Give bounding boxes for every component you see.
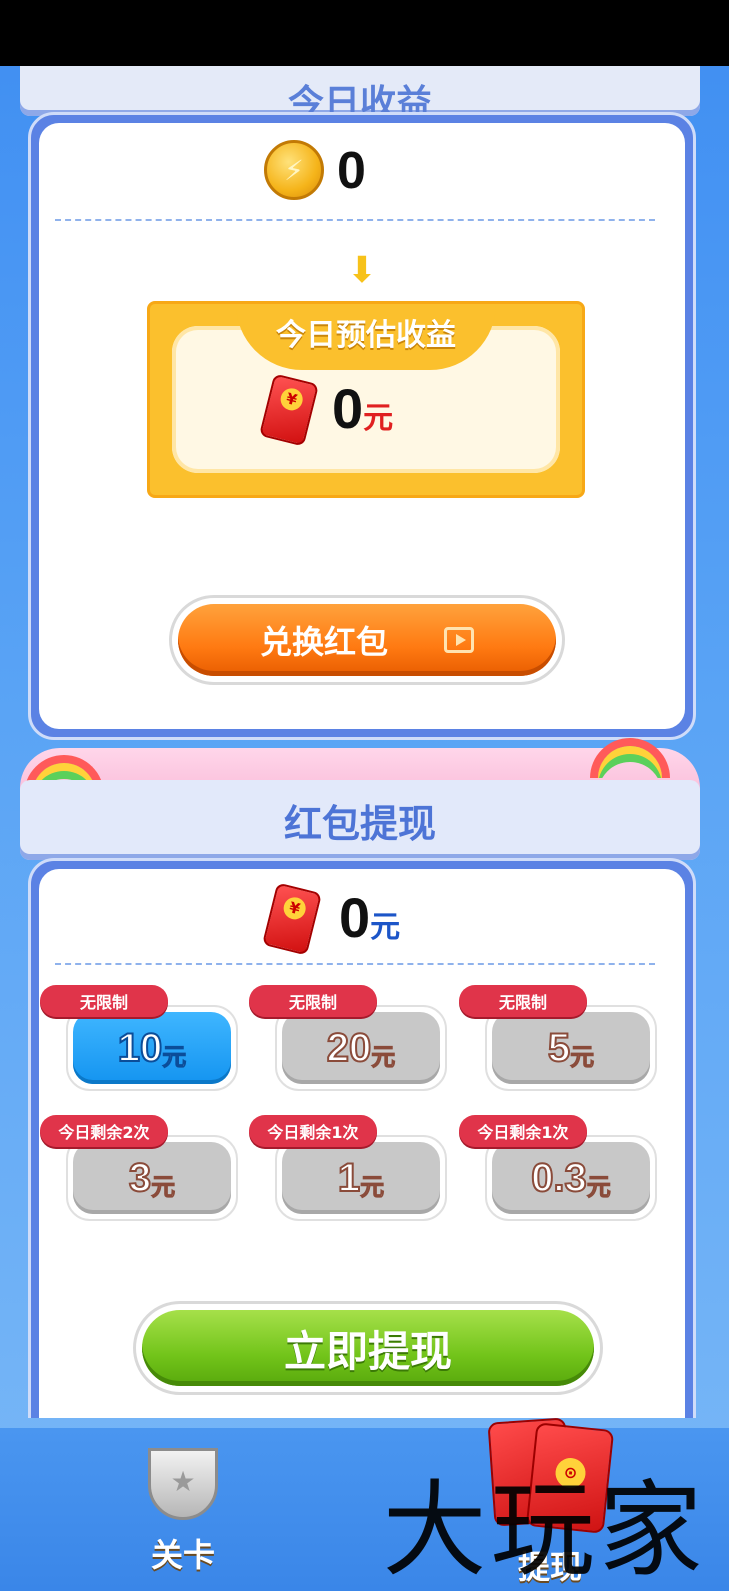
divider — [55, 219, 655, 221]
earnings-title: 今日收益 — [287, 83, 432, 116]
withdraw-option-1[interactable]: 今日剩余1次 1元 — [249, 1115, 447, 1221]
coin-amount: 0 — [337, 142, 366, 200]
red-envelope-icon — [258, 373, 320, 447]
option-tag: 无限制 — [459, 985, 587, 1017]
withdraw-now-label: 立即提现 — [142, 1310, 594, 1386]
option-tag: 今日剩余1次 — [459, 1115, 587, 1147]
exchange-button-label: 兑换红包 — [259, 623, 388, 661]
option-tag: 无限制 — [40, 985, 168, 1017]
estimate-amount: 0元 — [332, 377, 394, 440]
exchange-button[interactable]: 兑换红包 — [169, 595, 565, 685]
withdraw-option-5[interactable]: 无限制 5元 — [459, 985, 657, 1091]
earnings-panel: ⚡ 0 ⬇ 今日预估收益 0元 兑换红包 — [28, 112, 696, 740]
trophy-icon — [148, 1448, 218, 1520]
option-tag: 今日剩余2次 — [40, 1115, 168, 1147]
option-tag: 无限制 — [249, 985, 377, 1017]
withdraw-option-3[interactable]: 今日剩余2次 3元 — [40, 1115, 238, 1221]
withdraw-header: 红包提现 — [20, 780, 700, 860]
video-icon — [444, 627, 474, 653]
divider — [55, 963, 655, 965]
withdraw-title: 红包提现 — [283, 801, 436, 846]
withdraw-option-10[interactable]: 无限制 10 元 — [40, 985, 238, 1091]
watermark: 大玩家 — [382, 1469, 707, 1591]
withdraw-panel: 0元 无限制 10元 无限制 20元 无限制 5元 今日剩余2次 3元 今日剩余… — [28, 858, 696, 1418]
arrow-down-icon: ⬇ — [346, 250, 378, 291]
withdraw-option-0.3[interactable]: 今日剩余1次 0.3 元 — [459, 1115, 657, 1221]
status-bar — [0, 0, 729, 66]
rainbow-icon — [590, 738, 670, 778]
coin-icon: ⚡ — [264, 140, 324, 200]
withdraw-balance: 0元 — [339, 886, 401, 949]
withdraw-option-20[interactable]: 无限制 20 元 — [249, 985, 447, 1091]
option-tag: 今日剩余1次 — [249, 1115, 377, 1147]
estimate-card: 今日预估收益 0元 — [147, 301, 585, 498]
red-envelope-icon — [261, 882, 323, 956]
nav-item-levels[interactable]: 关卡 — [128, 1448, 238, 1588]
estimate-title: 今日预估收益 — [236, 304, 496, 370]
nav-item-label: 关卡 — [150, 1536, 215, 1574]
earnings-header: 今日收益 — [20, 66, 700, 116]
withdraw-now-button[interactable]: 立即提现 — [133, 1301, 603, 1395]
